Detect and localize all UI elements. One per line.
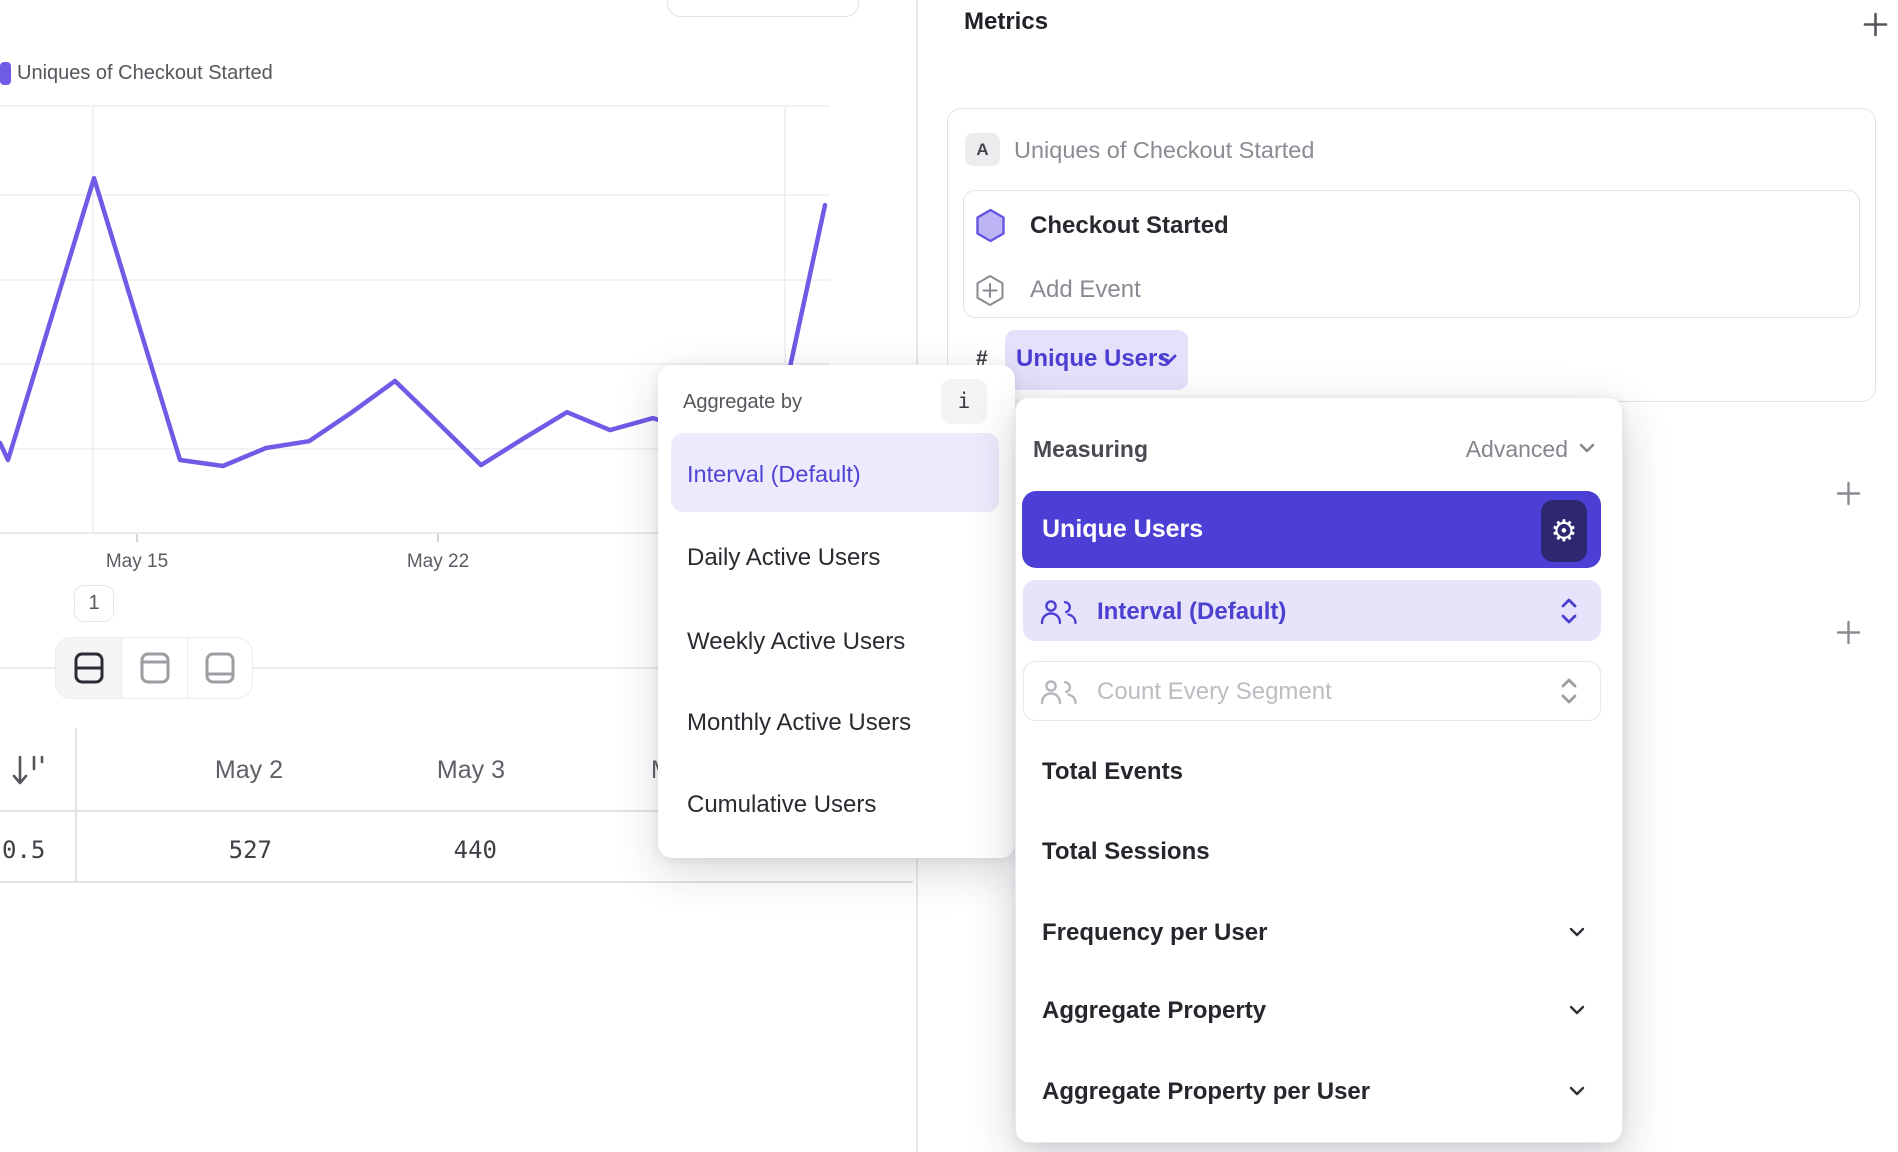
page-number-badge[interactable]: 1: [74, 585, 114, 622]
interval-row-label[interactable]: Interval (Default): [1097, 598, 1286, 626]
event-hexagon-icon: [975, 208, 1006, 243]
toolbar-button-partial[interactable]: [667, 0, 859, 17]
series-color-chip: [0, 62, 11, 85]
table-row-label: 0.5: [2, 836, 45, 866]
chevron-down-icon: [1158, 353, 1178, 366]
measuring-option-aggregate-property[interactable]: Aggregate Property: [1042, 997, 1266, 1025]
pane-option-footer-bottom[interactable]: [187, 638, 252, 698]
event-name[interactable]: Checkout Started: [1030, 212, 1229, 240]
measuring-option-total-sessions[interactable]: Total Sessions: [1042, 838, 1210, 866]
measure-settings-button[interactable]: ⚙: [1541, 500, 1587, 562]
sort-rows-icon[interactable]: [11, 752, 47, 792]
table-column-border: [75, 728, 77, 882]
table-cell: 440: [347, 836, 497, 866]
metrics-section-title: Metrics: [964, 8, 1048, 36]
chart-legend-label[interactable]: Uniques of Checkout Started: [17, 61, 273, 85]
measuring-option-total-events[interactable]: Total Events: [1042, 758, 1183, 786]
insights-report-page: Uniques of Checkout Started May 15 May 2…: [0, 0, 1898, 1152]
metric-letter-badge: A: [965, 133, 1000, 166]
layout-pane-toggle: [55, 637, 253, 699]
chevron-down-icon: [1568, 1004, 1586, 1016]
aggregate-by-title: Aggregate by: [683, 391, 802, 414]
x-axis-tick-label: May 15: [77, 551, 197, 573]
pane-option-split-horizontal[interactable]: [56, 638, 121, 698]
users-icon: [1040, 599, 1078, 625]
add-breakdown-plus-icon[interactable]: [1835, 619, 1862, 646]
advanced-mode-toggle[interactable]: Advanced: [1420, 436, 1568, 463]
chevron-down-icon: [1578, 442, 1596, 454]
table-cell: 527: [122, 836, 272, 866]
add-event-hexagon-plus-icon: [975, 274, 1005, 307]
aggregate-option[interactable]: Cumulative Users: [687, 791, 876, 819]
footer-bottom-icon: [204, 651, 236, 685]
metric-name-input[interactable]: Uniques of Checkout Started: [1014, 137, 1314, 164]
gear-icon: ⚙: [1551, 514, 1578, 549]
table-header-cell[interactable]: May 2: [133, 756, 283, 786]
split-horizontal-icon: [73, 651, 105, 685]
measuring-title: Measuring: [1033, 436, 1148, 463]
table-bottom-border: [0, 881, 913, 883]
info-icon[interactable]: i: [941, 379, 987, 424]
chevron-up-down-icon: [1560, 677, 1578, 705]
add-filter-plus-icon[interactable]: [1835, 480, 1862, 507]
count-every-segment-label[interactable]: Count Every Segment: [1097, 678, 1332, 706]
measure-pill-label[interactable]: Unique Users: [1016, 345, 1171, 373]
add-event-button[interactable]: Add Event: [1030, 276, 1141, 304]
aggregate-option[interactable]: Daily Active Users: [687, 544, 880, 572]
aggregate-option[interactable]: Monthly Active Users: [687, 709, 911, 737]
aggregate-option[interactable]: Weekly Active Users: [687, 628, 905, 656]
header-top-icon: [139, 651, 171, 685]
aggregate-option-label[interactable]: Interval (Default): [687, 461, 861, 488]
measuring-option-aggregate-property-per-user[interactable]: Aggregate Property per User: [1042, 1078, 1370, 1106]
add-metric-plus-icon[interactable]: [1862, 11, 1889, 38]
chevron-up-down-icon: [1560, 597, 1578, 625]
measuring-option-frequency-per-user[interactable]: Frequency per User: [1042, 919, 1267, 947]
table-header-cell[interactable]: May 3: [355, 756, 505, 786]
x-axis-tick-label: May 22: [378, 551, 498, 573]
pane-option-header-top[interactable]: [121, 638, 186, 698]
chevron-down-icon: [1568, 1085, 1586, 1097]
chevron-down-icon: [1568, 926, 1586, 938]
users-icon-disabled: [1040, 679, 1078, 705]
unique-users-label[interactable]: Unique Users: [1042, 515, 1203, 544]
